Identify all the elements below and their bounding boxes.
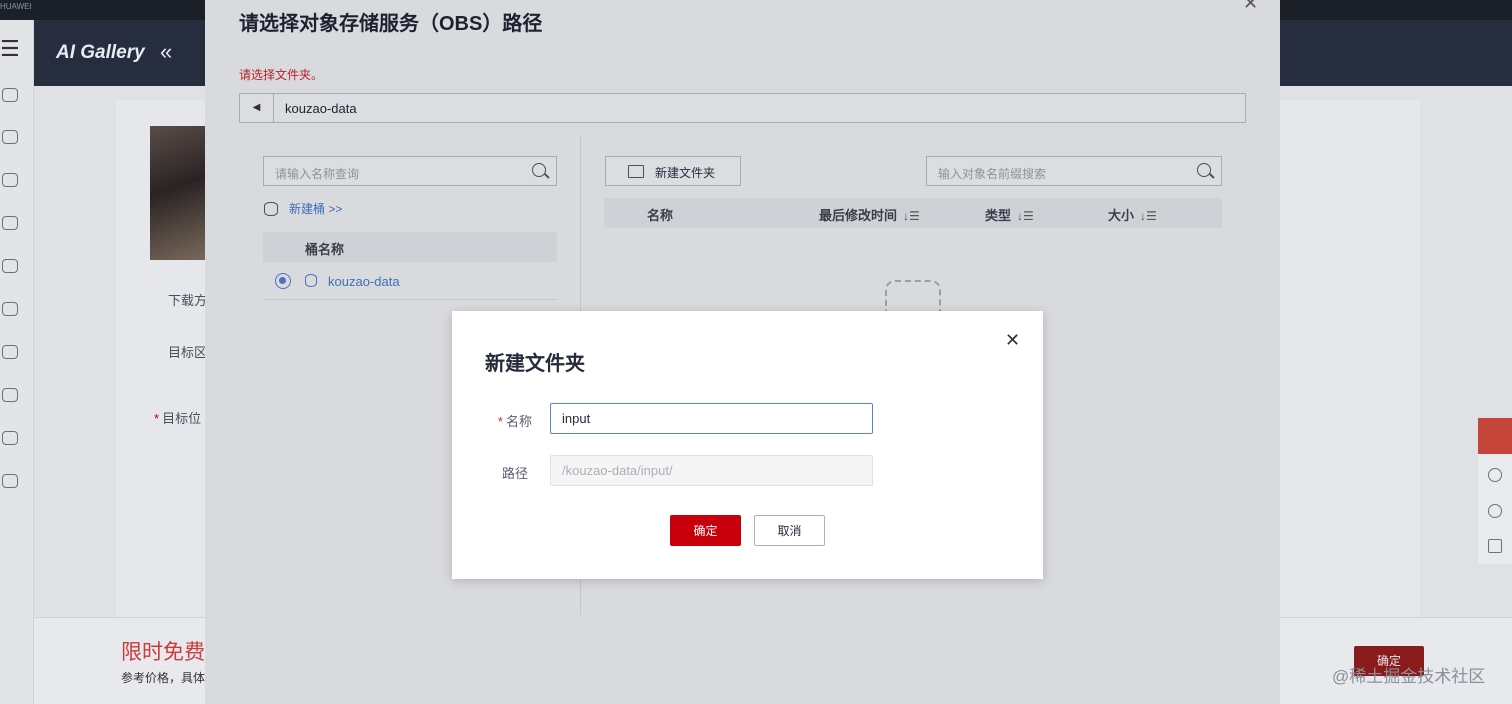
column-size-label: 大小 — [1108, 208, 1135, 223]
sort-icon[interactable]: ↓☰ — [1140, 209, 1157, 223]
cluster-icon[interactable] — [2, 130, 18, 144]
bucket-name[interactable]: kouzao-data — [328, 274, 400, 289]
bucket-icon — [264, 202, 278, 216]
new-bucket-link[interactable]: 新建桶 >> — [289, 200, 342, 217]
bucket-table-header: 桶名称 — [263, 232, 557, 262]
close-icon[interactable]: ✕ — [1005, 330, 1020, 351]
promo-title: 限时免费 — [121, 641, 205, 664]
object-search-placeholder: 输入对象名前缀搜索 — [938, 167, 1047, 181]
object-search-input[interactable]: 输入对象名前缀搜索 — [926, 156, 1222, 186]
anchor-icon[interactable] — [2, 388, 18, 402]
column-type[interactable]: 类型 ↓☰ — [985, 205, 1034, 224]
download-label: 下载方 — [168, 293, 208, 308]
required-mark: * — [154, 411, 160, 426]
back-icon[interactable]: ◀ — [240, 94, 274, 122]
obs-hint: 请选择文件夹。 — [239, 68, 324, 82]
bucket-name-column: 桶名称 — [305, 242, 345, 257]
ai-gallery-logo[interactable]: AI Gallery — [56, 42, 145, 64]
wave-icon[interactable] — [2, 173, 18, 187]
sort-icon[interactable]: ↓☰ — [1017, 209, 1034, 223]
right-toolbar — [1478, 418, 1512, 564]
collapse-icon[interactable]: « — [160, 39, 172, 65]
left-nav: ☰ — [0, 20, 34, 704]
avatar-image — [150, 126, 210, 260]
cloud-icon[interactable] — [2, 88, 18, 102]
document-icon[interactable] — [2, 302, 18, 316]
new-folder-label: 新建文件夹 — [655, 166, 716, 180]
ip-icon[interactable] — [2, 474, 18, 488]
cloud-sync-icon[interactable] — [2, 345, 18, 359]
close-icon[interactable]: ✕ — [1243, 0, 1258, 14]
obs-dialog-title: 请选择对象存储服务（OBS）路径 — [239, 13, 543, 35]
cancel-button[interactable]: 取消 — [754, 515, 825, 546]
target-label-text: 目标位 — [162, 411, 202, 426]
current-path: kouzao-data — [285, 101, 357, 116]
object-table-header: 名称 最后修改时间 ↓☰ 类型 ↓☰ 大小 ↓☰ — [604, 198, 1222, 228]
promo-subtitle: 参考价格，具体 — [121, 671, 206, 685]
globe-icon[interactable] — [2, 431, 18, 445]
new-folder-button[interactable]: 新建文件夹 — [605, 156, 741, 186]
search-icon[interactable] — [1197, 163, 1211, 177]
smiley-icon[interactable] — [1488, 468, 1502, 482]
new-folder-dialog: 新建文件夹 ✕ *名称 路径 确定 取消 — [452, 311, 1043, 579]
folder-add-icon — [628, 165, 644, 178]
dialog-title: 新建文件夹 — [485, 353, 585, 375]
chip-icon[interactable] — [2, 216, 18, 230]
brand-text: HUAWEI — [0, 2, 32, 11]
bucket-radio[interactable] — [275, 273, 291, 289]
target-label: * 目标位 — [154, 408, 201, 427]
sort-icon[interactable]: ↓☰ — [903, 209, 920, 223]
column-modified[interactable]: 最后修改时间 ↓☰ — [819, 205, 920, 224]
device-icon[interactable] — [2, 259, 18, 273]
menu-icon[interactable]: ☰ — [0, 36, 20, 62]
feedback-icon[interactable] — [1478, 418, 1512, 454]
help-icon[interactable] — [1488, 504, 1502, 518]
name-label: * 名称 — [488, 411, 532, 430]
region-label: 目标区 — [168, 345, 208, 360]
watermark: @稀土掘金技术社区 — [1332, 667, 1486, 686]
column-size[interactable]: 大小 ↓☰ — [1108, 205, 1157, 224]
edit-icon[interactable] — [1488, 539, 1502, 553]
path-bar: ◀ kouzao-data — [239, 93, 1246, 123]
bucket-search-input[interactable]: 请输入名称查询 — [263, 156, 557, 186]
confirm-button[interactable]: 确定 — [670, 515, 741, 546]
bucket-icon — [305, 274, 317, 287]
column-modified-label: 最后修改时间 — [819, 208, 898, 223]
bucket-search-placeholder: 请输入名称查询 — [275, 167, 360, 181]
folder-name-input[interactable] — [550, 403, 873, 434]
column-name: 名称 — [647, 208, 674, 223]
column-type-label: 类型 — [985, 208, 1012, 223]
path-label: 路径 — [501, 466, 528, 481]
folder-path-field — [550, 455, 873, 486]
required-mark: * — [497, 414, 503, 429]
search-icon[interactable] — [532, 163, 546, 177]
name-label-text: 名称 — [505, 414, 532, 429]
bucket-row[interactable]: kouzao-data — [263, 264, 557, 300]
